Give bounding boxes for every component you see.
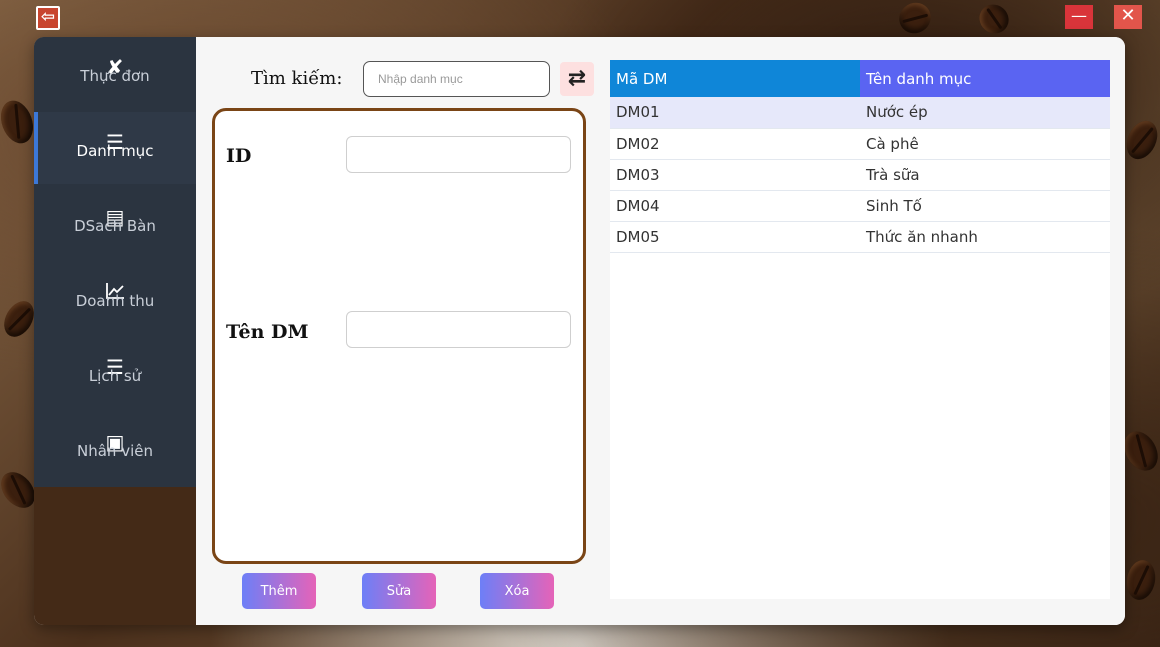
- main-window: ✘ Thực đơn ☰ Danh mục ▤ DSach Bàn Doanh …: [34, 37, 1125, 625]
- utensils-icon: ✘: [106, 55, 124, 79]
- search-label: Tìm kiếm:: [251, 68, 343, 89]
- table-header-row: Mã DM Tên danh mục: [610, 60, 1110, 97]
- minimize-button[interactable]: —: [1065, 5, 1093, 29]
- add-button[interactable]: Thêm: [242, 573, 316, 609]
- table-row[interactable]: DM04 Sinh Tố: [610, 190, 1110, 222]
- logout-icon[interactable]: ⇦: [36, 6, 60, 30]
- column-header-name[interactable]: Tên danh mục: [860, 60, 1110, 97]
- category-name-label: Tên DM: [226, 321, 309, 343]
- cell-code: DM03: [610, 159, 860, 191]
- coffee-bean-decoration: [1120, 115, 1160, 165]
- edit-button[interactable]: Sửa: [362, 573, 436, 609]
- table-row[interactable]: DM02 Cà phê: [610, 128, 1110, 160]
- sidebar-item-thuc-don[interactable]: ✘ Thực đơn: [34, 37, 196, 109]
- sidebar-item-label: Lịch sử: [88, 367, 142, 385]
- list-icon: ☰: [106, 130, 124, 154]
- cell-code: DM01: [610, 97, 860, 129]
- category-table: Mã DM Tên danh mục DM01 Nước ép DM02 Cà …: [610, 60, 1110, 253]
- cell-name: Cà phê: [860, 128, 1110, 160]
- cell-code: DM05: [610, 221, 860, 253]
- id-label: ID: [226, 145, 252, 167]
- coffee-bean-decoration: [893, 0, 937, 39]
- table-row[interactable]: DM03 Trà sữa: [610, 159, 1110, 191]
- cell-name: Thức ăn nhanh: [860, 221, 1110, 253]
- sidebar-item-nhan-vien[interactable]: ▣ Nhân viên: [34, 412, 196, 484]
- cell-name: Sinh Tố: [860, 190, 1110, 222]
- table-row[interactable]: DM01 Nước ép: [610, 97, 1110, 129]
- sidebar-item-label: Nhân viên: [77, 442, 153, 460]
- chart-line-icon: [34, 262, 196, 299]
- category-table-panel: Mã DM Tên danh mục DM01 Nước ép DM02 Cà …: [610, 60, 1110, 599]
- cell-code: DM04: [610, 190, 860, 222]
- sidebar-item-label: Doanh thu: [75, 292, 155, 310]
- list-icon: ☰: [106, 355, 124, 379]
- cell-code: DM02: [610, 128, 860, 160]
- category-name-field[interactable]: [346, 311, 571, 348]
- refresh-button[interactable]: ⇄: [560, 62, 594, 96]
- sidebar-item-dsach-ban[interactable]: ▤ DSach Bàn: [34, 187, 196, 259]
- coffee-bean-decoration: [1123, 557, 1159, 603]
- coffee-bean-decoration: [0, 96, 39, 148]
- id-card-icon: ▣: [105, 430, 125, 454]
- cell-name: Trà sữa: [860, 159, 1110, 191]
- clipboard-icon: ▤: [105, 205, 125, 229]
- column-header-code[interactable]: Mã DM: [610, 60, 860, 97]
- close-button[interactable]: ✕: [1114, 5, 1142, 29]
- sidebar-item-lich-su[interactable]: ☰ Lịch sử: [34, 337, 196, 409]
- search-input[interactable]: [363, 61, 550, 97]
- sidebar-item-label: Thực đơn: [80, 67, 150, 85]
- id-field[interactable]: [346, 136, 571, 173]
- sidebar-item-danh-muc[interactable]: ☰ Danh mục: [34, 112, 196, 184]
- table-row[interactable]: DM05 Thức ăn nhanh: [610, 221, 1110, 253]
- sidebar-item-label: Danh mục: [76, 142, 154, 160]
- cell-name: Nước ép: [860, 97, 1110, 129]
- sidebar-item-doanh-thu[interactable]: Doanh thu: [34, 262, 196, 334]
- content-area: Tìm kiếm: ⇄ ID Tên DM Thêm Sửa Xóa Mã DM…: [196, 37, 1125, 625]
- sidebar: ✘ Thực đơn ☰ Danh mục ▤ DSach Bàn Doanh …: [34, 37, 196, 625]
- category-form: ID Tên DM: [212, 108, 586, 564]
- delete-button[interactable]: Xóa: [480, 573, 554, 609]
- sidebar-nav: ✘ Thực đơn ☰ Danh mục ▤ DSach Bàn Doanh …: [34, 37, 196, 487]
- coffee-bean-decoration: [973, 0, 1015, 40]
- sidebar-item-label: DSach Bàn: [74, 217, 156, 235]
- refresh-icon: ⇄: [567, 66, 587, 91]
